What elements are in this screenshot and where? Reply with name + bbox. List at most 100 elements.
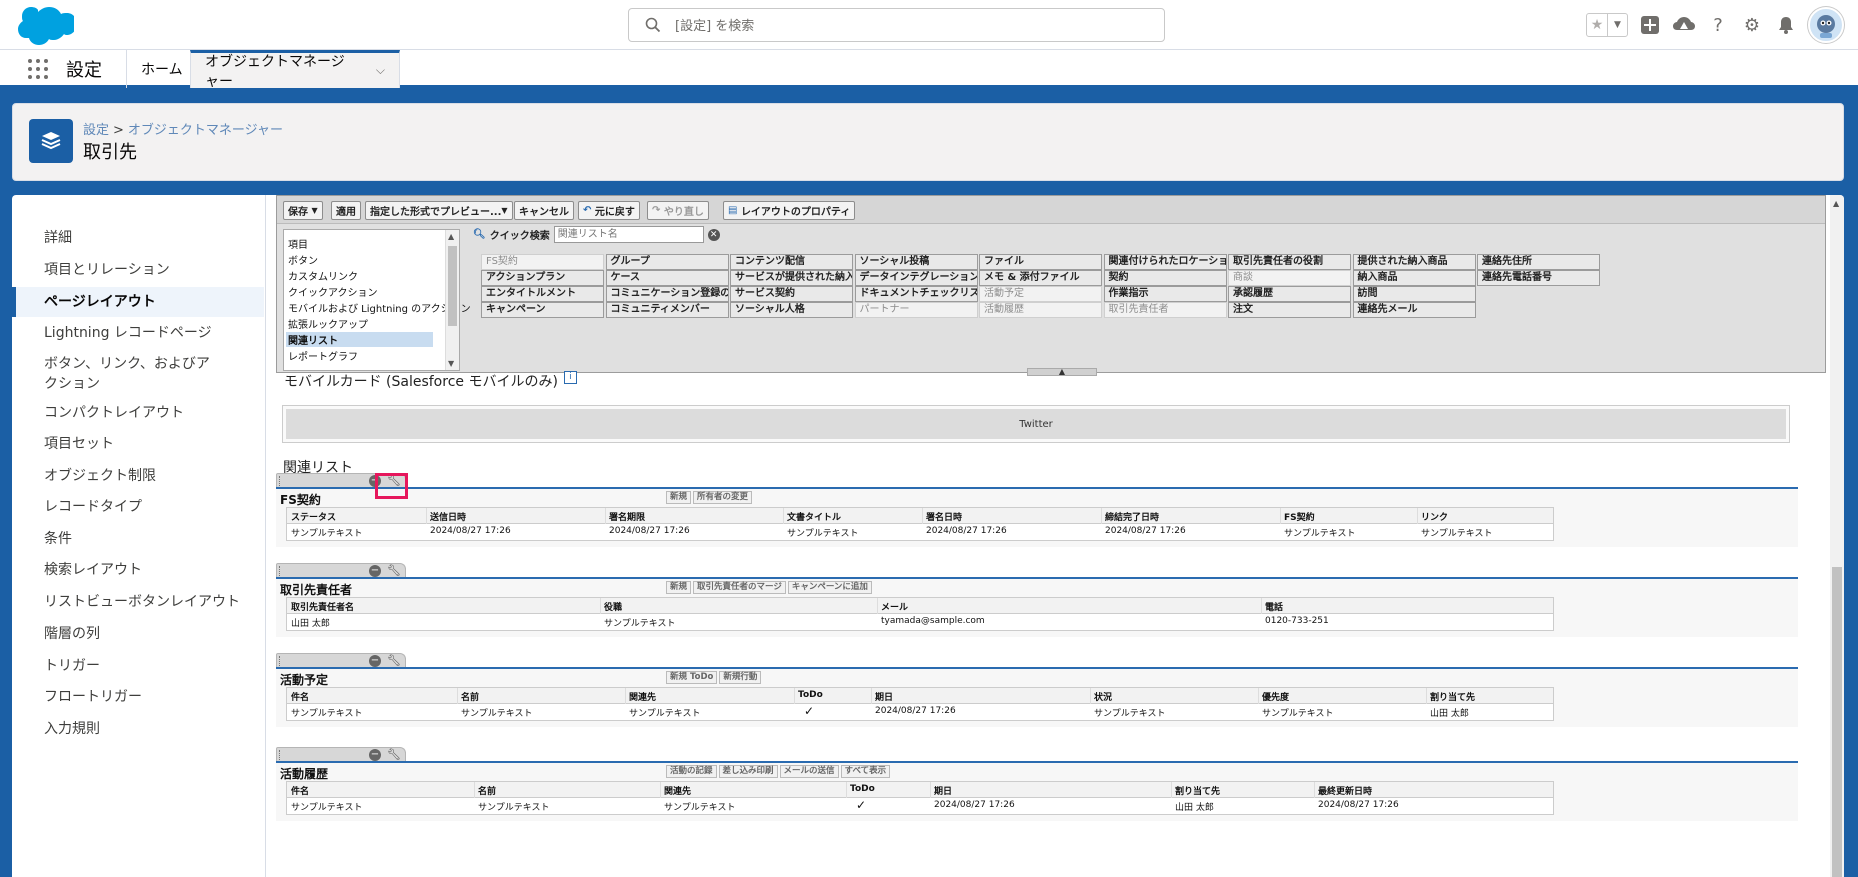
notifications-bell-icon[interactable] <box>1774 13 1798 37</box>
palette-item[interactable]: グループ <box>605 254 729 270</box>
category-list-scrollbar[interactable]: ▲ ▼ <box>445 230 459 370</box>
sidebar-item-validation-rules[interactable]: 入力規則 <box>12 719 264 739</box>
sidebar-item-lightning-record-pages[interactable]: Lightning レコードページ <box>12 323 264 343</box>
related-list-handle[interactable]: − 🔧︎ <box>276 747 406 761</box>
category-fields[interactable]: 項目 <box>288 236 308 251</box>
palette-item[interactable]: 取引先責任者 <box>1103 302 1227 318</box>
palette-item[interactable]: ファイル <box>979 254 1102 270</box>
sidebar-item-fields[interactable]: 項目とリレーション <box>12 260 264 280</box>
scroll-down-icon[interactable]: ▼ <box>448 359 454 368</box>
palette-item[interactable]: 提供された納入商品 <box>1352 254 1476 270</box>
palette-item[interactable]: 活動予定 <box>979 286 1102 302</box>
cancel-button[interactable]: キャンセル <box>514 201 574 220</box>
favorites-star-icon[interactable]: ★ <box>1587 14 1607 36</box>
palette-item[interactable]: 活動履歴 <box>979 302 1102 318</box>
trailhead-icon[interactable] <box>1672 13 1696 37</box>
palette-item[interactable]: ソーシャル人格 <box>730 302 853 318</box>
palette-item[interactable]: 契約 <box>1103 270 1227 286</box>
palette-item[interactable]: 関連付けられたロケーション <box>1103 254 1227 270</box>
related-list-handle[interactable]: − 🔧︎ <box>276 653 406 667</box>
sidebar-item-hierarchy-columns[interactable]: 階層の列 <box>12 624 264 644</box>
sidebar-item-list-view-button-layout[interactable]: リストビューボタンレイアウト <box>12 592 264 612</box>
layout-properties-button[interactable]: ▤ レイアウトのプロパティ <box>723 201 856 220</box>
editor-scroll-thumb[interactable] <box>1832 567 1842 877</box>
palette-item[interactable]: ソーシャル投稿 <box>854 254 978 270</box>
add-icon[interactable] <box>1638 13 1662 37</box>
palette-item[interactable]: サービス契約 <box>730 286 853 302</box>
preview-as-button[interactable]: 指定した形式でプレビュー... ▼ <box>365 201 513 220</box>
scroll-up-icon[interactable]: ▲ <box>1833 199 1839 208</box>
category-mobile-lightning-actions[interactable]: モバイルおよび Lightning のアクション <box>288 300 471 315</box>
category-report-charts[interactable]: レポートグラフ <box>288 348 358 363</box>
drag-grip-icon[interactable] <box>279 566 282 576</box>
drag-grip-icon[interactable] <box>279 750 282 760</box>
palette-item[interactable]: 連絡先メール <box>1352 302 1476 318</box>
sidebar-item-details[interactable]: 詳細 <box>12 228 264 248</box>
palette-item[interactable]: アクションプラン <box>481 270 604 286</box>
sidebar-item-flow-triggers[interactable]: フロートリガー <box>12 687 264 707</box>
redo-button[interactable]: ↷ やり直し <box>647 201 709 220</box>
sidebar-item-search-layouts[interactable]: 検索レイアウト <box>12 560 264 580</box>
remove-icon[interactable]: − <box>369 565 381 577</box>
preview-dropdown-icon[interactable]: ▼ <box>501 206 507 215</box>
sidebar-item-record-types[interactable]: レコードタイプ <box>12 497 264 517</box>
palette-item[interactable]: コミュニケーション登録の同意 <box>605 286 729 302</box>
sidebar-item-triggers[interactable]: トリガー <box>12 656 264 676</box>
palette-item[interactable]: 注文 <box>1228 302 1351 318</box>
scroll-up-icon[interactable]: ▲ <box>448 232 454 241</box>
undo-button[interactable]: ↶ 元に戻す <box>578 201 640 220</box>
palette-item[interactable]: 取引先責任者の役割 <box>1228 254 1351 270</box>
category-related-lists[interactable]: 関連リスト <box>286 332 433 347</box>
palette-item[interactable]: ドキュメントチェックリスト項目 <box>854 286 978 302</box>
drag-grip-icon[interactable] <box>279 656 282 666</box>
apply-button[interactable]: 適用 <box>331 201 361 220</box>
category-buttons[interactable]: ボタン <box>288 252 318 267</box>
sidebar-item-field-sets[interactable]: 項目セット <box>12 434 264 454</box>
mobile-card-twitter[interactable]: Twitter <box>282 405 1790 443</box>
app-launcher-icon[interactable] <box>28 59 48 79</box>
clear-search-icon[interactable]: ✕ <box>707 228 720 241</box>
palette-item[interactable]: コンテンツ配信 <box>730 254 853 270</box>
palette-item[interactable]: パートナー <box>854 302 978 318</box>
drag-grip-icon[interactable] <box>279 476 282 486</box>
category-expanded-lookups[interactable]: 拡張ルックアップ <box>288 316 368 331</box>
palette-item[interactable]: エンタイトルメント <box>481 286 604 302</box>
save-dropdown-icon[interactable]: ▼ <box>311 206 317 215</box>
palette-item[interactable]: データインテグレーションルール <box>854 270 978 286</box>
global-search-input[interactable] <box>675 15 1135 37</box>
category-list-scroll-thumb[interactable] <box>448 246 457 326</box>
sidebar-item-conditions[interactable]: 条件 <box>12 529 264 549</box>
palette-item[interactable]: ケース <box>605 270 729 286</box>
palette-item[interactable]: 作業指示 <box>1103 286 1227 302</box>
category-custom-links[interactable]: カスタムリンク <box>288 268 358 283</box>
nav-tab-home[interactable]: ホーム <box>126 50 197 88</box>
palette-item[interactable]: キャンペーン <box>481 302 604 318</box>
wrench-icon[interactable]: 🔧︎ <box>387 564 401 578</box>
palette-item[interactable]: 商談 <box>1228 270 1351 286</box>
palette-item[interactable]: 承認履歴 <box>1228 286 1351 302</box>
palette-item[interactable]: サービスが提供された納入商品 <box>730 270 853 286</box>
sidebar-item-compact-layouts[interactable]: コンパクトレイアウト <box>12 403 264 423</box>
sidebar-item-buttons-links-actions[interactable]: ボタン、リンク、およびアクション <box>12 354 222 394</box>
chevron-down-icon[interactable]: ⌵ <box>376 63 385 78</box>
help-icon[interactable]: ? <box>1706 13 1730 37</box>
sidebar-item-object-limits[interactable]: オブジェクト制限 <box>12 466 264 486</box>
breadcrumb-object-manager[interactable]: オブジェクトマネージャー <box>128 123 283 138</box>
palette-item[interactable]: 連絡先電話番号 <box>1477 270 1600 286</box>
favorites-group[interactable]: ★ ▼ <box>1586 13 1628 37</box>
breadcrumb-setup[interactable]: 設定 <box>83 123 109 138</box>
category-quick-actions[interactable]: クイックアクション <box>288 284 378 299</box>
quick-search-input[interactable] <box>553 226 704 243</box>
salesforce-logo[interactable] <box>12 6 77 46</box>
favorites-dropdown-icon[interactable]: ▼ <box>1607 14 1627 36</box>
setup-gear-icon[interactable]: ⚙ <box>1740 13 1764 37</box>
editor-scrollbar[interactable]: ▲ <box>1830 195 1844 877</box>
palette-category-list[interactable]: 項目 ボタン カスタムリンク クイックアクション モバイルおよび Lightni… <box>283 229 471 371</box>
palette-item[interactable]: メモ & 添付ファイル <box>979 270 1102 286</box>
global-search-box[interactable] <box>628 8 1165 42</box>
sidebar-item-page-layouts[interactable]: ページレイアウト <box>12 287 264 317</box>
info-icon[interactable]: i <box>563 371 577 384</box>
user-avatar[interactable] <box>1808 7 1844 43</box>
related-list-handle[interactable]: − 🔧︎ <box>276 563 406 577</box>
palette-item[interactable]: コミュニティメンバー <box>605 302 729 318</box>
